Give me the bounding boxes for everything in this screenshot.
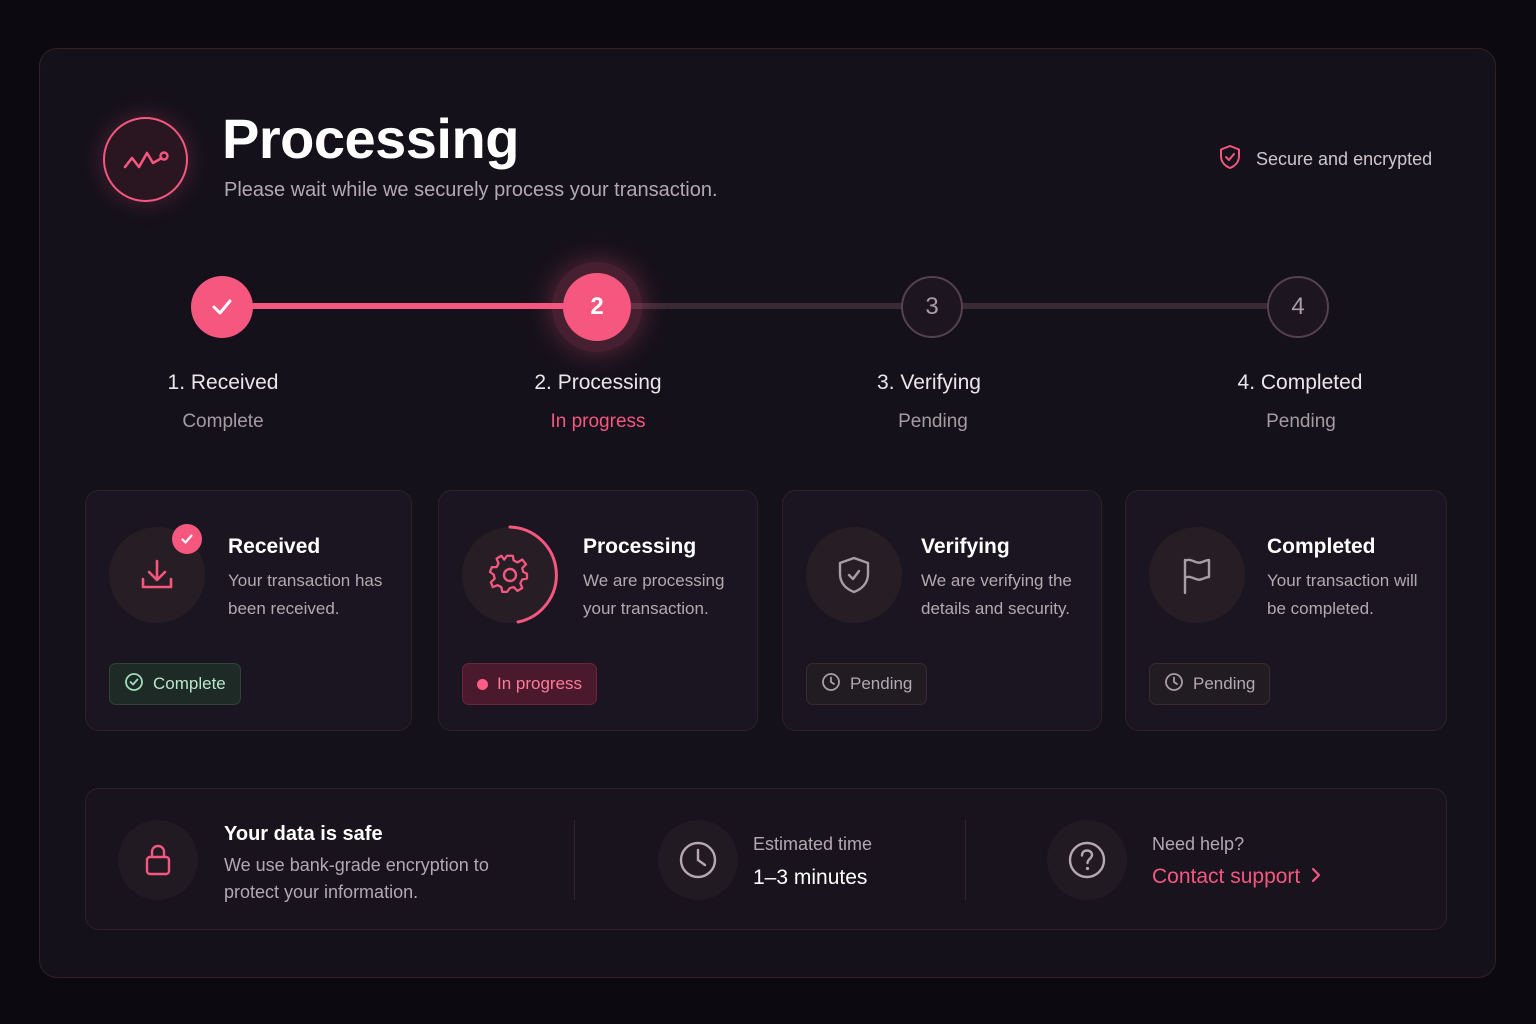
card-verifying: Verifying We are verifying the details a… [782,490,1102,731]
status-text: Pending [1193,674,1256,693]
status-badge-pending: Pending [1149,663,1271,705]
card-completed: Completed Your transaction will be compl… [1125,490,1447,731]
card-description: Your transaction will be completed. [1267,571,1418,618]
step-1-dot [191,276,253,338]
estimated-time-label: Estimated time [753,834,873,854]
flag-icon [1149,527,1245,623]
status-badge-pending: Pending [806,663,928,705]
shield-check-icon [1216,143,1244,176]
check-circle-icon [124,672,144,697]
page-title: Processing [222,107,519,170]
question-circle-icon [1047,820,1127,900]
chevron-right-icon [1310,865,1322,889]
card-description: Your transaction has been received. [228,571,383,618]
card-title: Processing [583,535,697,558]
step-3-label: 3. Verifying [877,371,981,394]
status-badge-in-progress: In progress [462,663,598,705]
page-subtitle: Please wait while we securely process yo… [224,179,718,201]
info-bar: Your data is safe We use bank-grade encr… [85,788,1447,930]
clock-icon [821,672,841,697]
step-3-status: Pending [898,411,968,432]
card-title: Received [228,535,321,558]
step-2-dot: 2 [563,273,631,341]
clock-icon [658,820,738,900]
step-4-status: Pending [1266,411,1336,432]
step-4-dot: 4 [1267,276,1329,338]
contact-support-text[interactable]: Contact support [1152,865,1300,889]
check-badge-icon [172,524,202,554]
divider [965,820,966,900]
status-badge-complete: Complete [109,663,241,705]
card-description: We are processing your transaction. [583,571,725,618]
stepper-progress [222,303,597,309]
card-title: Verifying [921,535,1010,558]
status-text: In progress [497,674,583,693]
dot-icon [477,678,488,690]
card-received: Received Your transaction has been recei… [85,490,412,731]
step-1-label: 1. Received [167,371,279,394]
step-4-label: 4. Completed [1237,371,1363,394]
step-1-status: Complete [182,411,264,432]
status-text: Pending [850,674,913,693]
shield-check-icon [806,527,902,623]
estimated-time-value: 1–3 minutes [753,866,868,889]
safe-title: Your data is safe [224,823,383,845]
check-icon [212,299,232,315]
contact-support-link[interactable]: Contact support [1152,865,1322,889]
step-2-status: In progress [550,411,646,432]
need-help-label: Need help? [1152,834,1245,854]
secure-badge: Secure and encrypted [1216,144,1432,174]
secure-text: Secure and encrypted [1256,148,1433,169]
divider [574,820,575,900]
step-3-dot: 3 [901,276,963,338]
clock-icon [1164,672,1184,697]
safe-text: We use bank-grade encryption to protect … [224,855,489,902]
card-description: We are verifying the details and securit… [921,571,1072,618]
status-text: Complete [153,674,226,693]
activity-icon [103,117,188,202]
gear-icon [462,525,558,624]
lock-icon [118,820,198,900]
step-2-label: 2. Processing [534,371,662,394]
card-title: Completed [1267,535,1376,558]
card-processing: Processing We are processing your transa… [438,490,758,731]
